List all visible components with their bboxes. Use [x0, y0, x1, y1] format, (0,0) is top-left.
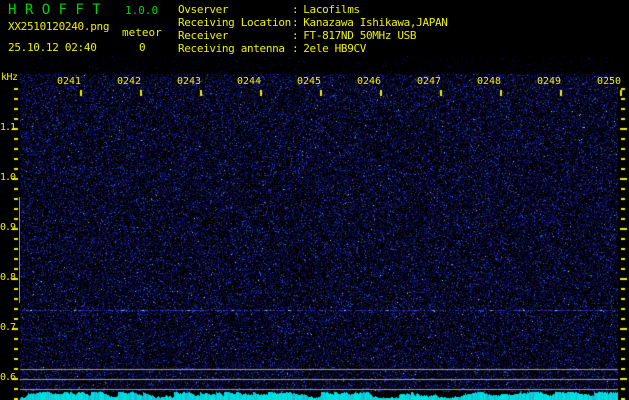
calibration-marker-line [19, 197, 20, 303]
freq-label: 0.6 [0, 373, 13, 383]
station-separator: : [292, 29, 298, 42]
time-label: 0242 [117, 77, 141, 87]
freq-label: 0.9 [0, 223, 13, 233]
station-row-antenna: Receiving antenna:2ele HB9CV [178, 42, 448, 55]
station-value: Lacofilms [303, 3, 359, 16]
station-label: Receiving Location [178, 16, 292, 29]
time-label: 0245 [297, 77, 321, 87]
capture-filename: XX2510120240.png [8, 21, 109, 32]
time-label: 0247 [417, 77, 441, 87]
station-row-observer: Ovserver: Lacofilms [178, 3, 448, 16]
app-version: 1.0.0 [125, 5, 158, 16]
station-value: Kanazawa Ishikawa,JAPAN [303, 16, 447, 29]
freq-label: 0.7 [0, 323, 13, 333]
time-label: 0243 [177, 77, 201, 87]
meteor-label: meteor [122, 27, 162, 38]
station-separator: : [292, 3, 298, 16]
station-label: Receiving antenna [178, 42, 292, 55]
station-label: Receiver [178, 29, 292, 42]
time-label: 0249 [537, 77, 561, 87]
capture-datetime: 25.10.12 02:40 [8, 42, 97, 53]
freq-label: 1.1 [0, 123, 13, 133]
time-label: 0241 [57, 77, 81, 87]
hrofft-window: H R O F F T 1.0.0 XX2510120240.png meteo… [0, 0, 629, 400]
freq-label: 0.8 [0, 273, 13, 283]
station-row-receiver: Receiver: FT-817ND 50MHz USB [178, 29, 448, 42]
time-label: 0244 [237, 77, 261, 87]
station-label: Ovserver [178, 3, 292, 16]
spectrogram-canvas [0, 0, 629, 400]
station-info: Ovserver: Lacofilms Receiving Location: Ka… [178, 3, 448, 55]
time-label: 0246 [357, 77, 381, 87]
freq-label: 1.0 [0, 173, 13, 183]
time-label: 0250 [597, 77, 621, 87]
station-row-location: Receiving Location: Kanazawa Ishikawa,JAP… [178, 16, 448, 29]
meteor-count: 0 [139, 42, 146, 53]
time-label: 0248 [477, 77, 501, 87]
station-value: FT-817ND 50MHz USB [303, 29, 416, 42]
station-separator: : [292, 16, 298, 29]
station-value: 2ele HB9CV [303, 42, 366, 55]
freq-unit-label: kHz [1, 73, 18, 83]
app-title: H R O F F T [8, 3, 101, 17]
station-separator: : [292, 42, 298, 55]
